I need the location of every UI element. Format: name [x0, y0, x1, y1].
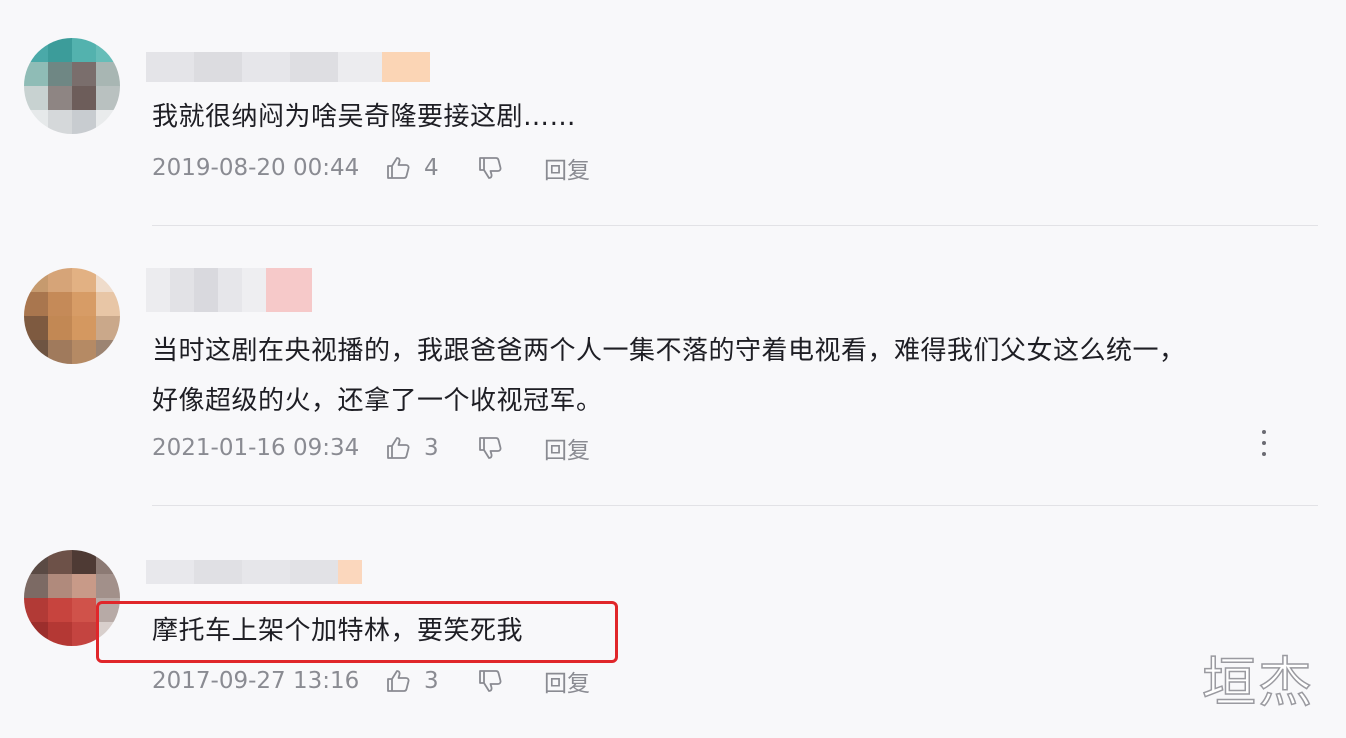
comment-meta: 2021-01-16 09:34 3 回复: [152, 430, 590, 466]
comment-time: 2017-09-27 13:16: [152, 668, 360, 694]
like-button[interactable]: 3: [384, 434, 476, 462]
reply-button[interactable]: 回复: [544, 151, 590, 185]
comment-text: 我就很纳闷为啥吴奇隆要接这剧……: [152, 102, 577, 132]
username-blurred[interactable]: [146, 560, 362, 590]
like-count: 4: [424, 155, 439, 181]
avatar[interactable]: [24, 38, 120, 134]
thumbs-down-icon: [479, 670, 502, 692]
thumbs-up-icon: [387, 670, 410, 692]
thumbs-up-icon: [387, 437, 410, 459]
more-vertical-icon[interactable]: [1256, 430, 1272, 456]
comment-list: 我就很纳闷为啥吴奇隆要接这剧…… 2019-08-20 00:44 4 回复 当…: [0, 0, 1346, 738]
like-count: 3: [424, 668, 439, 694]
divider: [152, 225, 1318, 226]
username-blurred[interactable]: [146, 268, 312, 312]
highlight-box: [96, 601, 618, 663]
dislike-button[interactable]: [476, 434, 544, 462]
watermark: 垣杰: [1201, 650, 1314, 715]
comment-text-line-1: 当时这剧在央视播的，我跟爸爸两个人一集不落的守着电视看，难得我们父女这么统一，: [152, 336, 1186, 366]
comment-meta: 2017-09-27 13:16 3 回复: [152, 663, 590, 699]
like-count: 3: [424, 435, 439, 461]
dislike-button[interactable]: [476, 667, 544, 695]
comment-text-line-2: 好像超级的火，还拿了一个收视冠军。: [152, 386, 603, 416]
comment-time: 2021-01-16 09:34: [152, 435, 360, 461]
dislike-button[interactable]: [476, 154, 544, 182]
avatar[interactable]: [24, 268, 120, 364]
like-button[interactable]: 4: [384, 154, 476, 182]
like-button[interactable]: 3: [384, 667, 476, 695]
reply-button[interactable]: 回复: [544, 664, 590, 698]
comment-time: 2019-08-20 00:44: [152, 155, 360, 181]
thumbs-up-icon: [387, 157, 410, 179]
comment-meta: 2019-08-20 00:44 4 回复: [152, 150, 590, 186]
divider: [152, 505, 1318, 506]
username-blurred[interactable]: [146, 52, 430, 82]
reply-button[interactable]: 回复: [544, 431, 590, 465]
thumbs-down-icon: [479, 157, 502, 179]
thumbs-down-icon: [479, 437, 502, 459]
